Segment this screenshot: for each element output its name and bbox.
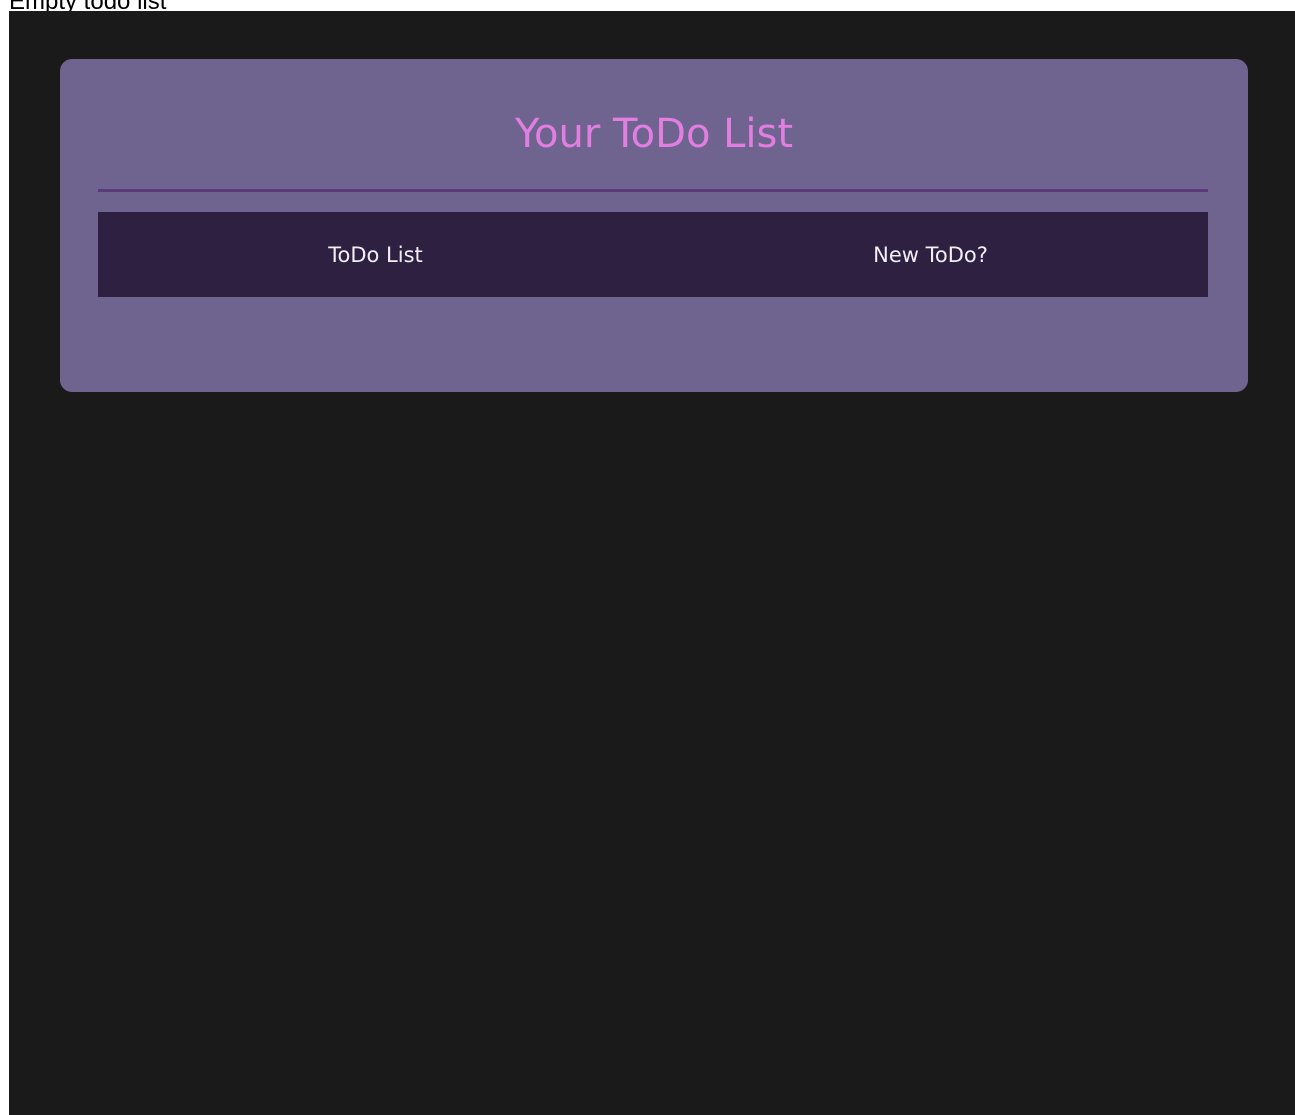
app-background: Your ToDo List ToDo List New ToDo?	[9, 11, 1295, 1115]
todo-card: Your ToDo List ToDo List New ToDo?	[60, 59, 1248, 392]
page-title: Your ToDo List	[514, 111, 794, 157]
nav-todo-list[interactable]: ToDo List	[98, 212, 653, 297]
nav-new-todo[interactable]: New ToDo?	[653, 212, 1208, 297]
title-divider	[98, 189, 1208, 192]
nav-bar: ToDo List New ToDo?	[98, 212, 1208, 297]
